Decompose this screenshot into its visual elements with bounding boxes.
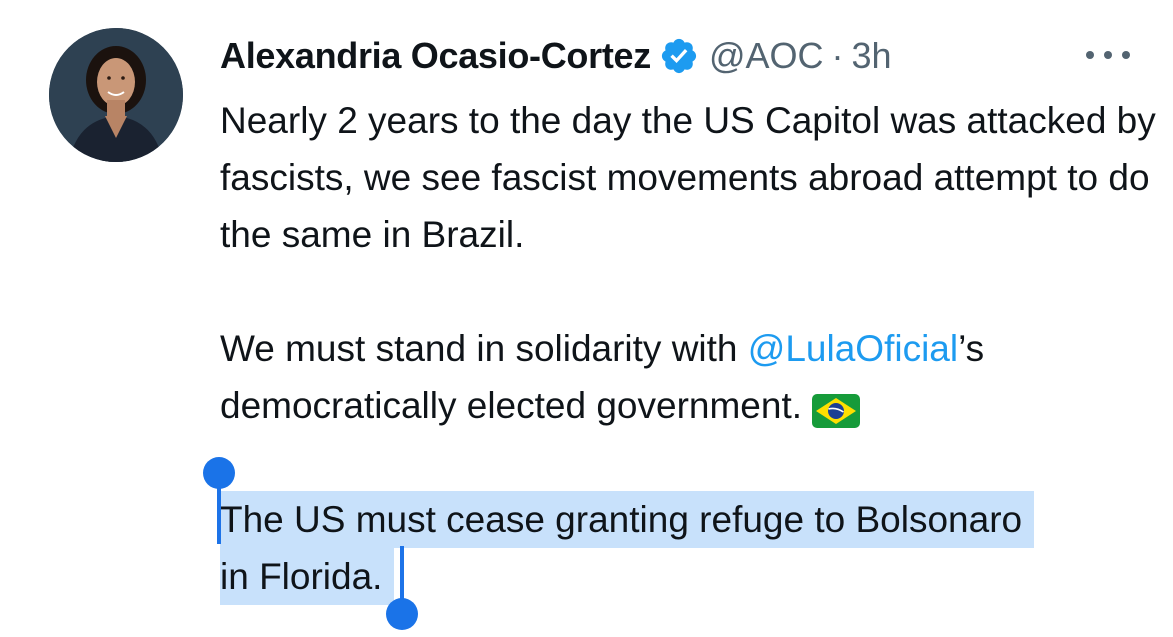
mention-link[interactable]: @LulaOficial [748, 328, 958, 369]
more-dot [1086, 51, 1094, 59]
brazil-flag-icon [812, 387, 861, 429]
timestamp[interactable]: 3h [852, 35, 892, 77]
paragraph-text: We must stand in solidarity with [220, 328, 748, 369]
tweet-body: Nearly 2 years to the day the US Capitol… [220, 92, 1160, 605]
tweet-paragraph-2: We must stand in solidarity with @LulaOf… [220, 320, 1160, 434]
tweet[interactable]: Alexandria Ocasio-Cortez @AOC · 3h Nearl… [0, 0, 1173, 637]
selected-text-line-1[interactable]: The US must cease granting refuge to Bol… [220, 491, 1035, 548]
author-handle[interactable]: @AOC [709, 35, 824, 77]
separator-dot: · [831, 35, 844, 76]
profile-photo-icon [49, 28, 183, 162]
author-name[interactable]: Alexandria Ocasio-Cortez [220, 35, 651, 77]
verified-badge-icon[interactable] [659, 36, 699, 76]
selected-text-line-2[interactable]: in Florida. [220, 548, 395, 605]
more-horizontal-icon[interactable] [1086, 40, 1130, 70]
selection-end-caret [400, 546, 404, 602]
tweet-paragraph-1: Nearly 2 years to the day the US Capitol… [220, 100, 1156, 255]
avatar[interactable] [49, 28, 183, 162]
more-dot [1104, 51, 1112, 59]
selection-end-handle[interactable] [386, 598, 418, 630]
selection-start-caret [217, 484, 221, 544]
tweet-paragraph-3: The US must cease granting refuge to Bol… [220, 491, 1160, 605]
more-dot [1122, 51, 1130, 59]
selection-start-handle[interactable] [203, 457, 235, 489]
tweet-header: Alexandria Ocasio-Cortez @AOC · 3h [220, 32, 892, 80]
